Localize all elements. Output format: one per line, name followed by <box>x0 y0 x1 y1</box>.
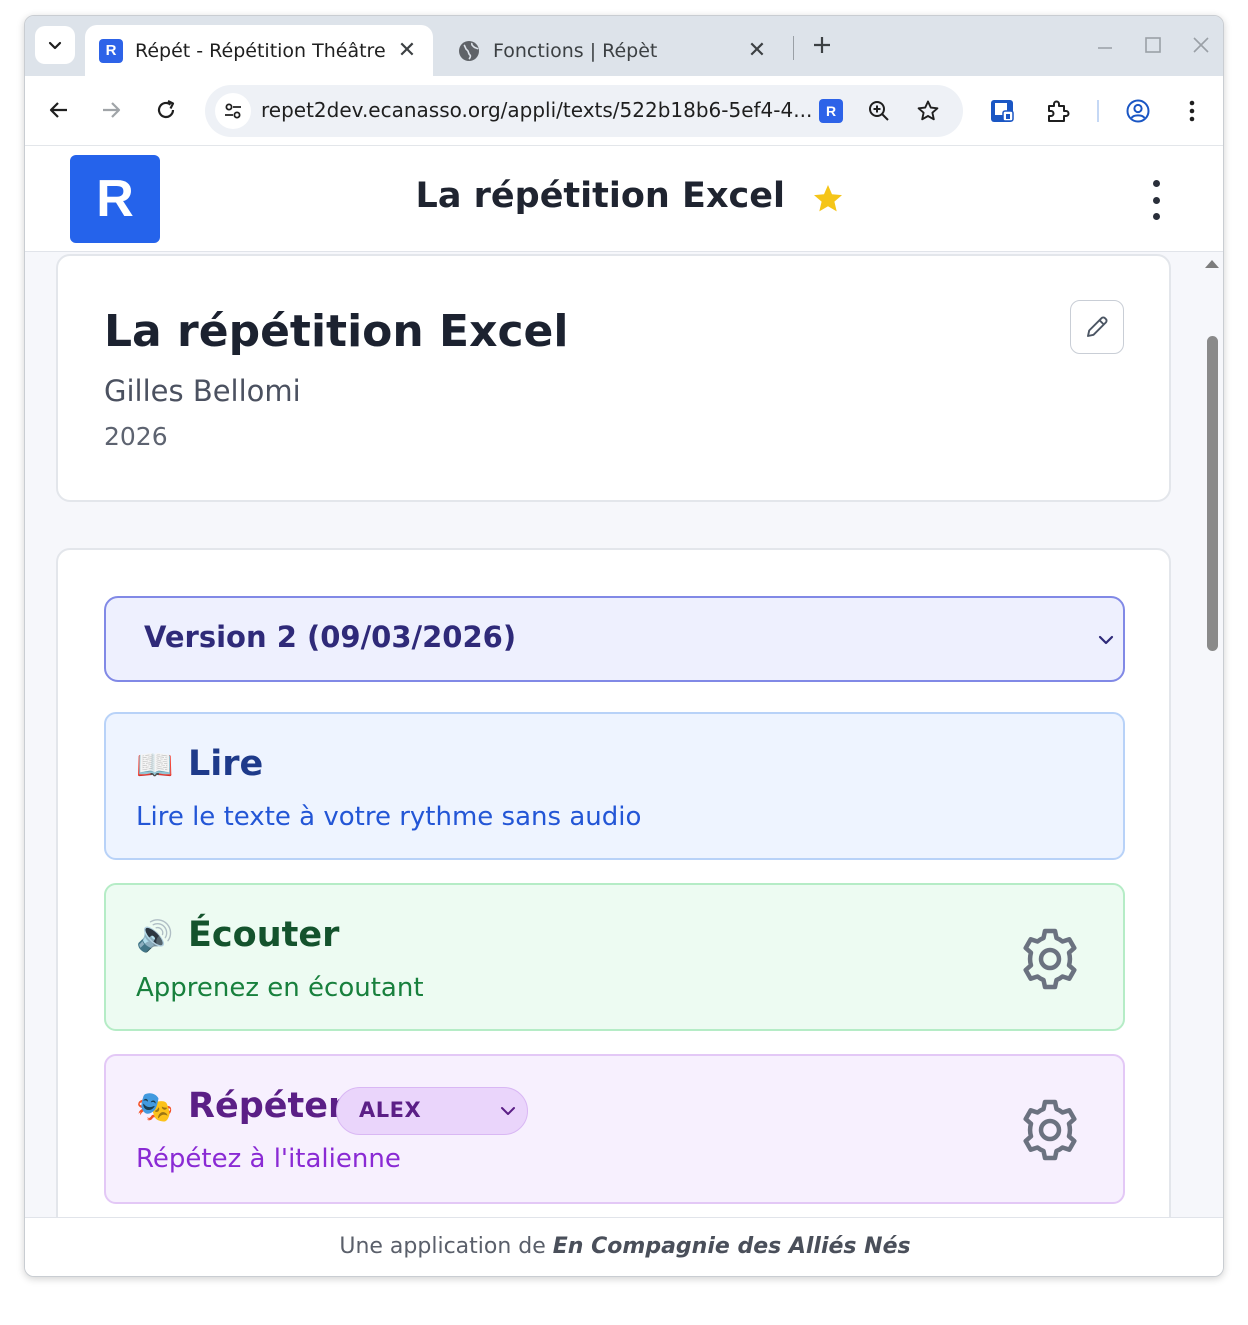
minimize-icon <box>1098 47 1112 49</box>
bookmark-star-icon[interactable] <box>914 97 942 125</box>
tab-search-button[interactable] <box>35 26 75 64</box>
browser-toolbar: repet2dev.ecanasso.org/appli/texts/522b1… <box>25 76 1223 146</box>
mode-listen-card[interactable]: 🔊 Écouter Apprenez en écoutant <box>104 883 1125 1031</box>
tab-separator <box>793 36 794 60</box>
gear-icon[interactable] <box>1016 925 1084 993</box>
arrow-left-icon <box>49 102 67 118</box>
version-select[interactable]: Version 2 (09/03/2026) <box>104 596 1125 682</box>
profile-icon[interactable] <box>1121 94 1155 128</box>
menu-dot <box>1152 196 1160 204</box>
scrollbar-thumb[interactable] <box>1207 336 1218 651</box>
play-author: Gilles Bellomi <box>104 374 301 408</box>
footer-prefix: Une application de <box>339 1234 546 1259</box>
header-title: La répétition Excel <box>415 176 785 216</box>
play-title: La répétition Excel <box>104 306 569 357</box>
arrow-right-icon <box>103 102 121 118</box>
tab-title: Répét - Répétition Théâtre <box>135 39 386 62</box>
role-selected-value: ALEX <box>359 1098 422 1122</box>
tab-fonctions[interactable]: Fonctions | Répèt ✕ <box>443 25 783 76</box>
minimize-button[interactable] <box>1085 30 1125 60</box>
mode-listen-description: Apprenez en écoutant <box>136 973 424 1003</box>
app-header: R La répétition Excel <box>25 146 1223 252</box>
menu-dot <box>1152 213 1160 220</box>
address-bar[interactable]: repet2dev.ecanasso.org/appli/texts/522b1… <box>205 85 963 137</box>
tab-repet[interactable]: R Répét - Répétition Théâtre ✕ <box>85 25 433 76</box>
gear-icon[interactable] <box>1016 1096 1084 1164</box>
app-footer: Une application de En Compagnie des Alli… <box>25 1217 1223 1276</box>
close-icon[interactable]: ✕ <box>395 38 419 63</box>
version-selected-value: Version 2 (09/03/2026) <box>144 620 517 654</box>
app-menu-button[interactable] <box>1141 180 1171 220</box>
close-icon <box>1193 37 1209 53</box>
theater-masks-icon: 🎭 <box>136 1090 174 1125</box>
modes-card: Version 2 (09/03/2026) 📖 Lire Lire le te… <box>56 548 1171 1276</box>
tab-title: Fonctions | Répèt <box>493 39 658 62</box>
mode-read-description: Lire le texte à votre rythme sans audio <box>136 802 642 832</box>
tune-icon <box>225 103 241 119</box>
back-button[interactable] <box>41 92 77 128</box>
reload-button[interactable] <box>148 92 184 128</box>
close-icon[interactable]: ✕ <box>745 38 769 63</box>
app-logo[interactable]: R <box>70 155 160 243</box>
tab-strip: R Répét - Répétition Théâtre ✕ Fonctions… <box>25 16 1223 76</box>
repet-extension-icon[interactable]: R <box>819 99 843 123</box>
globe-icon <box>457 39 481 63</box>
url-text[interactable]: repet2dev.ecanasso.org/appli/texts/522b1… <box>261 98 821 122</box>
repet-favicon: R <box>99 38 123 63</box>
password-manager-icon[interactable] <box>985 94 1019 128</box>
new-tab-button[interactable] <box>805 28 839 62</box>
zoom-icon[interactable] <box>865 97 893 125</box>
favorite-star-icon[interactable] <box>811 182 845 216</box>
chevron-down-icon <box>501 1107 515 1115</box>
mode-repeat-card[interactable]: 🎭 Répéter ALEX Répétez à l'italienne <box>104 1054 1125 1204</box>
mode-repeat-title: Répéter <box>188 1086 346 1126</box>
chevron-down-icon <box>48 41 62 50</box>
browser-menu-icon[interactable] <box>1175 94 1209 128</box>
maximize-icon <box>1145 37 1161 53</box>
book-icon: 📖 <box>136 748 174 783</box>
scroll-up-arrow[interactable] <box>1205 260 1219 268</box>
site-info-button[interactable] <box>215 93 251 129</box>
play-info-card: La répétition Excel Gilles Bellomi 2026 <box>56 254 1171 502</box>
pencil-icon <box>1087 316 1108 337</box>
play-year: 2026 <box>104 422 168 451</box>
mode-read-card[interactable]: 📖 Lire Lire le texte à votre rythme sans… <box>104 712 1125 860</box>
footer-org-name: En Compagnie des Alliés Nés <box>552 1234 911 1259</box>
toolbar-separator <box>1097 100 1099 122</box>
chevron-down-icon <box>1098 635 1114 645</box>
browser-window: R Répét - Répétition Théâtre ✕ Fonctions… <box>24 15 1224 1277</box>
maximize-button[interactable] <box>1133 30 1173 60</box>
speaker-icon: 🔊 <box>136 919 174 954</box>
menu-dot <box>1152 180 1160 187</box>
edit-button[interactable] <box>1070 300 1124 354</box>
role-select[interactable]: ALEX <box>336 1087 528 1135</box>
reload-icon <box>157 100 175 119</box>
plus-icon <box>814 37 830 53</box>
extensions-icon[interactable] <box>1041 94 1075 128</box>
forward-button[interactable] <box>93 92 129 128</box>
mode-read-title: Lire <box>188 744 264 784</box>
mode-listen-title: Écouter <box>188 915 340 955</box>
close-window-button[interactable] <box>1181 30 1221 60</box>
mode-repeat-description: Répétez à l'italienne <box>136 1144 401 1174</box>
